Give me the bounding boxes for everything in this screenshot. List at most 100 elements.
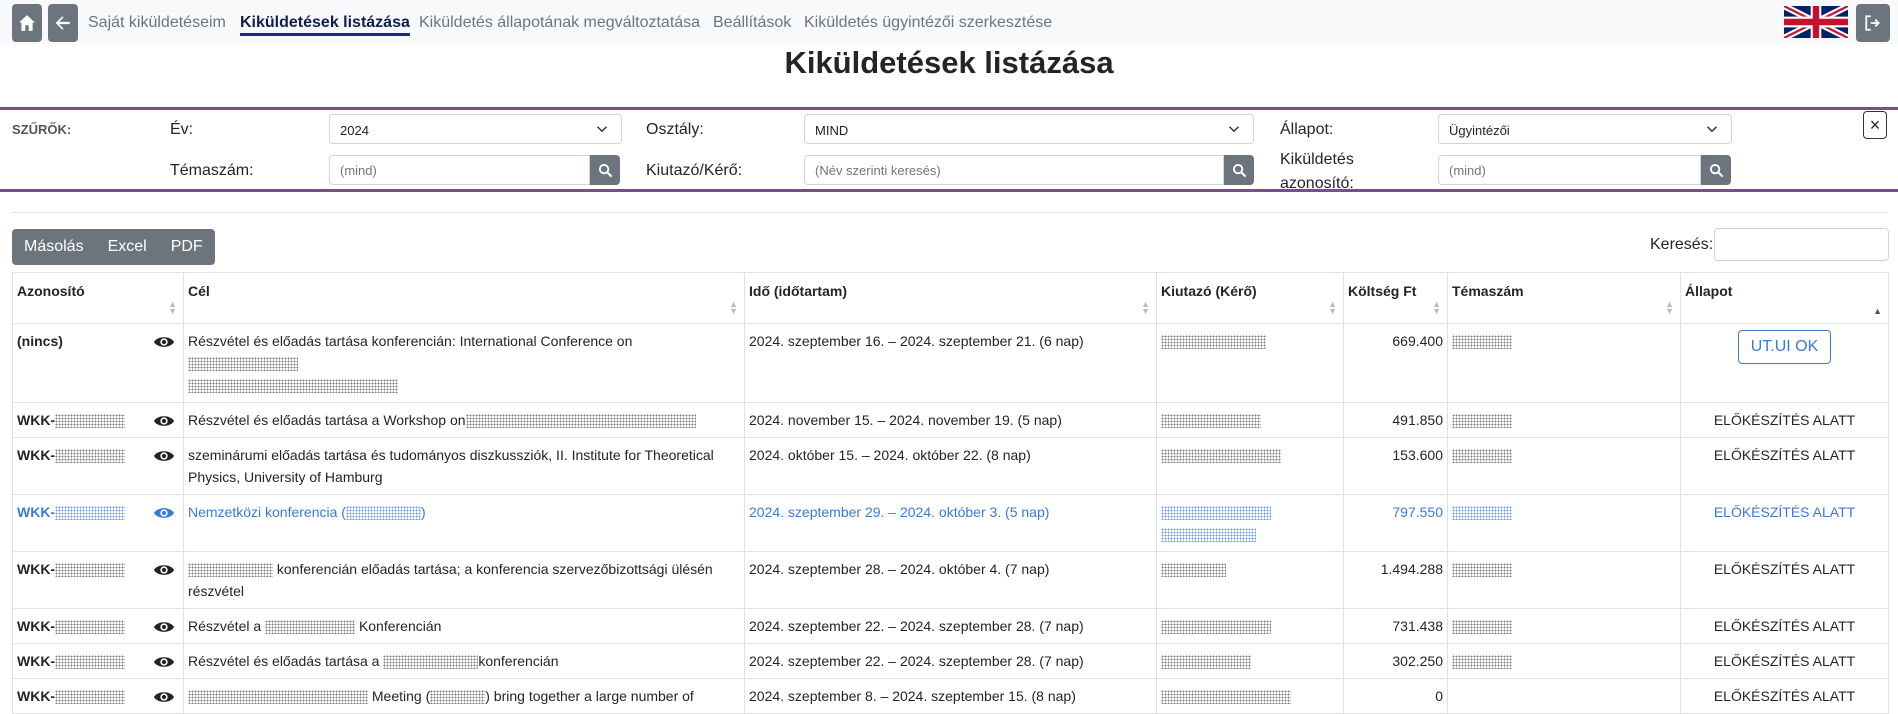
pdf-button[interactable]: PDF: [159, 229, 215, 265]
cell-goal: szeminárumi előadás tartása és tudományo…: [183, 437, 745, 495]
table-row[interactable]: WKK- szeminárumi előadás tartása és tudo…: [12, 437, 1889, 495]
eye-icon[interactable]: [153, 334, 175, 350]
table-search-input[interactable]: [1714, 228, 1889, 261]
eye-icon[interactable]: [153, 505, 175, 521]
eye-icon[interactable]: [153, 413, 175, 429]
col-header-status[interactable]: Állapot ▲: [1680, 272, 1889, 324]
cell-goal: Nemzetközi konferencia (): [183, 494, 745, 552]
eye-icon[interactable]: [153, 619, 175, 635]
cell-cost: 0: [1343, 678, 1448, 714]
chevron-down-icon: [1706, 126, 1718, 133]
table-row[interactable]: WKK- Részvétel és előadás tartása a Work…: [12, 402, 1889, 438]
cell-time: 2024. október 15. – 2024. október 22. (8…: [744, 437, 1157, 495]
eye-icon[interactable]: [153, 448, 175, 464]
topic-input[interactable]: [329, 155, 590, 185]
nav-own-trips[interactable]: Saját kiküldetéseim: [88, 14, 226, 32]
table-row[interactable]: WKK- Részvétel és előadás tartása a konf…: [12, 643, 1889, 679]
cell-status: ELŐKÉSZÍTÉS ALATT: [1680, 494, 1889, 552]
search-icon: [1232, 163, 1246, 177]
cell-status: UT.UI OK: [1680, 323, 1889, 403]
col-header-topic[interactable]: Témaszám ▲ ▼: [1447, 272, 1681, 324]
year-select[interactable]: 2024: [329, 114, 622, 144]
chevron-down-icon: [596, 126, 608, 133]
eye-icon[interactable]: [153, 562, 175, 578]
cell-time: 2024. szeptember 8. – 2024. szeptember 1…: [744, 678, 1157, 714]
home-icon: [19, 15, 35, 31]
cell-goal: Részvétel és előadás tartása konferenciá…: [183, 323, 745, 403]
cell-cost: 797.550: [1343, 494, 1448, 552]
nav-change-status[interactable]: Kiküldetés állapotának megváltoztatása: [419, 14, 700, 32]
cell-id: WKK-: [12, 402, 184, 438]
department-select[interactable]: MIND: [804, 114, 1254, 144]
sender-search-button[interactable]: [1224, 155, 1254, 185]
cell-cost: 669.400: [1343, 323, 1448, 403]
top-navbar: Saját kiküldetéseim Kiküldetések listázá…: [0, 0, 1898, 44]
cell-topic: [1447, 323, 1681, 403]
cell-time: 2024. szeptember 16. – 2024. szeptember …: [744, 323, 1157, 403]
cell-id: WKK-: [12, 643, 184, 679]
nav-settings[interactable]: Beállítások: [713, 14, 791, 32]
filters-title: SZŰRŐK:: [12, 122, 72, 137]
table-row[interactable]: WKK- konferencián előadás tartása; a kon…: [12, 551, 1889, 609]
eye-icon[interactable]: [153, 654, 175, 670]
cell-status: ELŐKÉSZÍTÉS ALATT: [1680, 551, 1889, 609]
cell-sender: [1156, 643, 1344, 679]
cell-time: 2024. szeptember 28. – 2024. október 4. …: [744, 551, 1157, 609]
table-row[interactable]: (nincs) Részvétel és előadás tartása kon…: [12, 323, 1889, 403]
col-header-cost[interactable]: Költség Ft ▲ ▼: [1343, 272, 1448, 324]
cell-id: WKK-: [12, 608, 184, 644]
divider: [12, 212, 1888, 213]
cell-time: 2024. szeptember 29. – 2024. október 3. …: [744, 494, 1157, 552]
cell-id: (nincs): [12, 323, 184, 403]
col-header-sender[interactable]: Kiutazó (Kérő) ▲ ▼: [1156, 272, 1344, 324]
cell-cost: 731.438: [1343, 608, 1448, 644]
export-button-group: Másolás Excel PDF: [12, 229, 215, 265]
department-label: Osztály:: [646, 121, 704, 138]
trip-id-input[interactable]: [1438, 155, 1701, 185]
logout-icon: [1865, 15, 1880, 31]
cell-id: WKK-: [12, 437, 184, 495]
year-label: Év:: [170, 121, 194, 138]
cell-time: 2024. szeptember 22. – 2024. szeptember …: [744, 608, 1157, 644]
chevron-down-icon: [1228, 126, 1240, 133]
cell-sender: [1156, 494, 1344, 552]
cell-id: WKK-: [12, 494, 184, 552]
status-select[interactable]: Ügyintézői: [1438, 114, 1732, 144]
nav-admin-edit[interactable]: Kiküldetés ügyintézői szerkesztése: [804, 14, 1052, 32]
cell-sender: [1156, 551, 1344, 609]
cell-topic: [1447, 494, 1681, 552]
sender-input[interactable]: [804, 155, 1224, 185]
status-button[interactable]: UT.UI OK: [1737, 330, 1832, 364]
cell-sender: [1156, 323, 1344, 403]
trips-table: Azonosító ▲ ▼ Cél ▲ ▼ Idő (időtartam) ▲ ▼ Kiut…: [12, 272, 1889, 714]
trip-id-label: Kiküldetés azonosító:: [1280, 151, 1354, 192]
excel-button[interactable]: Excel: [96, 229, 159, 265]
table-row[interactable]: WKK- Meeting () bring together a large n…: [12, 678, 1889, 714]
nav-list-trips[interactable]: Kiküldetések listázása: [240, 14, 410, 36]
arrow-left-icon: [55, 16, 70, 30]
cell-cost: 302.250: [1343, 643, 1448, 679]
status-label: Állapot:: [1280, 121, 1334, 138]
col-header-time[interactable]: Idő (időtartam) ▲ ▼: [744, 272, 1157, 324]
home-button[interactable]: [12, 4, 42, 42]
back-button[interactable]: [48, 4, 78, 42]
logout-button[interactable]: [1856, 4, 1890, 42]
copy-button[interactable]: Másolás: [12, 229, 96, 265]
cell-status: ELŐKÉSZÍTÉS ALATT: [1680, 643, 1889, 679]
col-header-goal[interactable]: Cél ▲ ▼: [183, 272, 745, 324]
table-row[interactable]: WKK- Részvétel a Konferencián 2024. szep…: [12, 608, 1889, 644]
col-header-id[interactable]: Azonosító ▲ ▼: [12, 272, 184, 324]
status-value: Ügyintézői: [1449, 123, 1510, 138]
topic-search-button[interactable]: [590, 155, 620, 185]
trip-id-search-button[interactable]: [1701, 155, 1731, 185]
cell-sender: [1156, 678, 1344, 714]
cell-goal: Meeting () bring together a large number…: [183, 678, 745, 714]
uk-flag-icon[interactable]: [1784, 6, 1848, 38]
table-row[interactable]: WKK- Nemzetközi konferencia () 2024. sze…: [12, 494, 1889, 552]
table-header-row: Azonosító ▲ ▼ Cél ▲ ▼ Idő (időtartam) ▲ ▼ Kiut…: [12, 272, 1889, 324]
close-filters-button[interactable]: ×: [1863, 111, 1887, 139]
cell-topic: [1447, 437, 1681, 495]
cell-cost: 1.494.288: [1343, 551, 1448, 609]
eye-icon[interactable]: [153, 689, 175, 705]
year-value: 2024: [340, 123, 369, 138]
